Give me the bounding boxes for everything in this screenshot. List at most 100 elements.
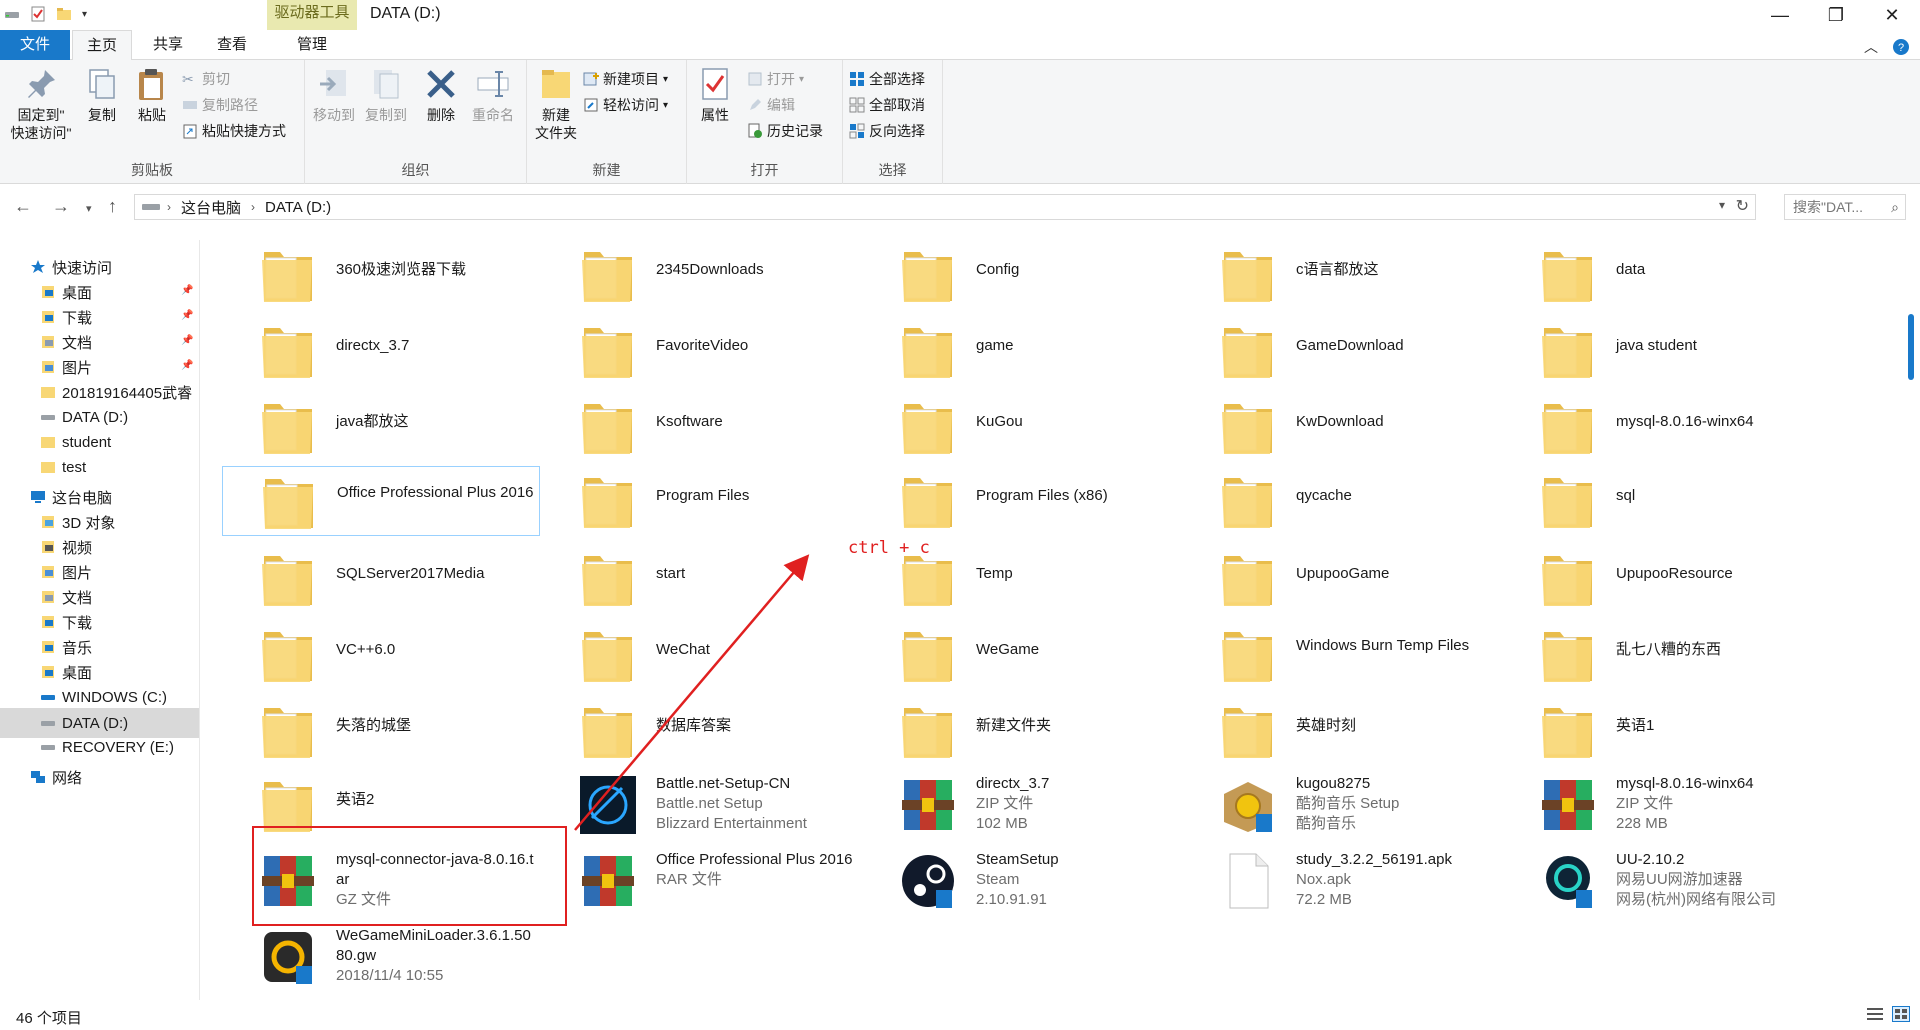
file-item[interactable]: 英雄时刻 xyxy=(1182,696,1500,766)
open-group: 属性 打开 ▾ 编辑 历史记录 打开 xyxy=(687,60,843,184)
search-input[interactable]: 搜索"DAT... ⌕ xyxy=(1784,194,1906,220)
file-item[interactable]: WeGameMiniLoader.3.6.1.5080.gw 2018/11/4 … xyxy=(222,922,540,992)
close-button[interactable]: ✕ xyxy=(1864,0,1920,30)
file-item[interactable]: KwDownload xyxy=(1182,392,1500,462)
file-item[interactable]: UpupooGame xyxy=(1182,544,1500,614)
paste-button[interactable]: 粘贴 xyxy=(130,66,174,124)
ribbon-tabs: 文件 主页 共享 查看 管理 ︿ ? xyxy=(0,30,1920,61)
help-icon[interactable]: ? xyxy=(1892,38,1910,56)
file-item[interactable]: WeChat xyxy=(542,620,860,690)
file-item[interactable]: Battle.net-Setup-CN Battle.net Setup Blizz… xyxy=(542,770,860,840)
new-folder-button[interactable]: 新建 文件夹 xyxy=(531,66,581,142)
file-item[interactable]: c语言都放这 xyxy=(1182,240,1500,310)
nav-item-label: 下载 xyxy=(62,614,93,632)
up-arrow-icon[interactable]: ↑ xyxy=(108,196,117,217)
move-to-button[interactable]: 移动到 xyxy=(309,66,359,124)
file-item[interactable]: Config xyxy=(862,240,1180,310)
back-arrow-icon[interactable]: ← xyxy=(14,196,32,217)
invert-selection-button[interactable]: 反向选择 xyxy=(849,120,925,142)
file-item[interactable]: game xyxy=(862,316,1180,386)
select-none-button[interactable]: 全部取消 xyxy=(849,94,925,116)
edit-button[interactable]: 编辑 xyxy=(747,94,795,116)
file-item[interactable]: WeGame xyxy=(862,620,1180,690)
delete-button[interactable]: 删除 xyxy=(419,66,463,124)
tab-share[interactable]: 共享 xyxy=(138,30,198,60)
file-item[interactable]: 2345Downloads xyxy=(542,240,860,310)
tab-view[interactable]: 查看 xyxy=(202,30,262,60)
file-item[interactable]: 360极速浏览器下载 xyxy=(222,240,540,310)
file-item[interactable]: KuGou xyxy=(862,392,1180,462)
file-item[interactable]: qycache xyxy=(1182,466,1500,536)
file-item[interactable]: Ksoftware xyxy=(542,392,860,462)
paste-shortcut-button[interactable]: 粘贴快捷方式 xyxy=(182,120,286,142)
customize-toolbar-icon[interactable]: ▾ xyxy=(82,9,87,20)
file-item[interactable]: UpupooResource xyxy=(1502,544,1820,614)
folder-icon xyxy=(262,556,312,606)
rename-button[interactable]: 重命名 xyxy=(467,66,519,124)
file-item[interactable]: Program Files (x86) xyxy=(862,466,1180,536)
minimize-button[interactable]: — xyxy=(1752,0,1808,30)
file-item[interactable]: kugou8275 酷狗音乐 Setup 酷狗音乐 xyxy=(1182,770,1500,840)
maximize-button[interactable]: ❐ xyxy=(1808,0,1864,30)
history-button[interactable]: 历史记录 xyxy=(747,120,823,142)
properties-icon[interactable] xyxy=(30,6,46,22)
scrollbar-thumb[interactable] xyxy=(1908,314,1914,380)
drive-icon[interactable] xyxy=(4,6,20,22)
file-item[interactable]: study_3.2.2_56191.apk Nox.apk 72.2 MB xyxy=(1182,846,1500,916)
file-item[interactable]: directx_3.7 xyxy=(222,316,540,386)
new-item-button[interactable]: 新建项目 ▾ xyxy=(583,68,668,90)
tab-file[interactable]: 文件 xyxy=(0,30,70,60)
file-item[interactable]: VC++6.0 xyxy=(222,620,540,690)
tab-manage[interactable]: 管理 xyxy=(267,30,357,60)
file-item[interactable]: 乱七八糟的东西 xyxy=(1502,620,1820,690)
pin-to-quick-access-button[interactable]: 固定到" 快速访问" xyxy=(6,66,76,142)
file-item[interactable]: Office Professional Plus 2016 RAR 文件 xyxy=(542,846,860,916)
breadcrumb-this-pc[interactable]: 这台电脑 xyxy=(181,197,241,218)
easy-access-button[interactable]: 轻松访问 ▾ xyxy=(583,94,668,116)
collapse-ribbon-icon[interactable]: ︿ xyxy=(1864,37,1878,57)
file-item[interactable]: 英语1 xyxy=(1502,696,1820,766)
large-icons-view-icon[interactable] xyxy=(1892,1006,1910,1022)
nav-item[interactable]: RECOVERY (E:) xyxy=(0,732,199,762)
file-item[interactable]: directx_3.7 ZIP 文件 102 MB xyxy=(862,770,1180,840)
breadcrumb-data-drive[interactable]: DATA (D:) xyxy=(265,199,331,216)
file-item[interactable]: Office Professional Plus 2016 xyxy=(222,466,540,536)
tab-home[interactable]: 主页 xyxy=(72,30,132,61)
file-item[interactable]: 数据库答案 xyxy=(542,696,860,766)
address-bar[interactable]: › 这台电脑 › DATA (D:) ▾ ↻ xyxy=(134,194,1756,220)
recent-locations-icon[interactable]: ▾ xyxy=(86,202,92,215)
file-item[interactable]: start xyxy=(542,544,860,614)
nav-item-label: 下载 xyxy=(62,309,93,327)
file-item-text: Office Professional Plus 2016 RAR 文件 xyxy=(656,850,856,890)
copy-button[interactable]: 复制 xyxy=(80,66,124,124)
file-item[interactable]: mysql-8.0.16-winx64 xyxy=(1502,392,1820,462)
copy-path-button[interactable]: 复制路径 xyxy=(182,94,258,116)
file-item[interactable]: mysql-8.0.16-winx64 ZIP 文件 228 MB xyxy=(1502,770,1820,840)
forward-arrow-icon[interactable]: → xyxy=(52,196,70,217)
file-item[interactable]: SQLServer2017Media xyxy=(222,544,540,614)
nav-item[interactable]: test xyxy=(0,452,199,482)
file-item[interactable]: FavoriteVideo xyxy=(542,316,860,386)
file-item[interactable]: java student xyxy=(1502,316,1820,386)
details-view-icon[interactable] xyxy=(1866,1006,1884,1022)
copy-to-button[interactable]: 复制到 xyxy=(361,66,411,124)
properties-button[interactable]: 属性 xyxy=(693,66,737,124)
file-item[interactable]: data xyxy=(1502,240,1820,310)
file-item[interactable]: sql xyxy=(1502,466,1820,536)
address-dropdown-icon[interactable]: ▾ xyxy=(1719,198,1725,212)
file-item[interactable]: 新建文件夹 xyxy=(862,696,1180,766)
file-item[interactable]: 失落的城堡 xyxy=(222,696,540,766)
file-item[interactable]: SteamSetup Steam 2.10.91.91 xyxy=(862,846,1180,916)
open-button[interactable]: 打开 ▾ xyxy=(747,68,804,90)
file-item[interactable]: UU-2.10.2 网易UU网游加速器 网易(杭州)网络有限公司 xyxy=(1502,846,1820,916)
file-item[interactable]: Program Files xyxy=(542,466,860,536)
select-all-button[interactable]: 全部选择 xyxy=(849,68,925,90)
new-folder-icon[interactable] xyxy=(56,6,72,22)
refresh-icon[interactable]: ↻ xyxy=(1736,196,1749,216)
file-item[interactable]: Windows Burn Temp Files xyxy=(1182,620,1500,690)
file-item[interactable]: java都放这 xyxy=(222,392,540,462)
folder-icon xyxy=(582,556,632,606)
file-item[interactable]: GameDownload xyxy=(1182,316,1500,386)
nav-item[interactable]: 网络 xyxy=(0,762,199,792)
cut-button[interactable]: ✂ 剪切 xyxy=(182,68,230,90)
